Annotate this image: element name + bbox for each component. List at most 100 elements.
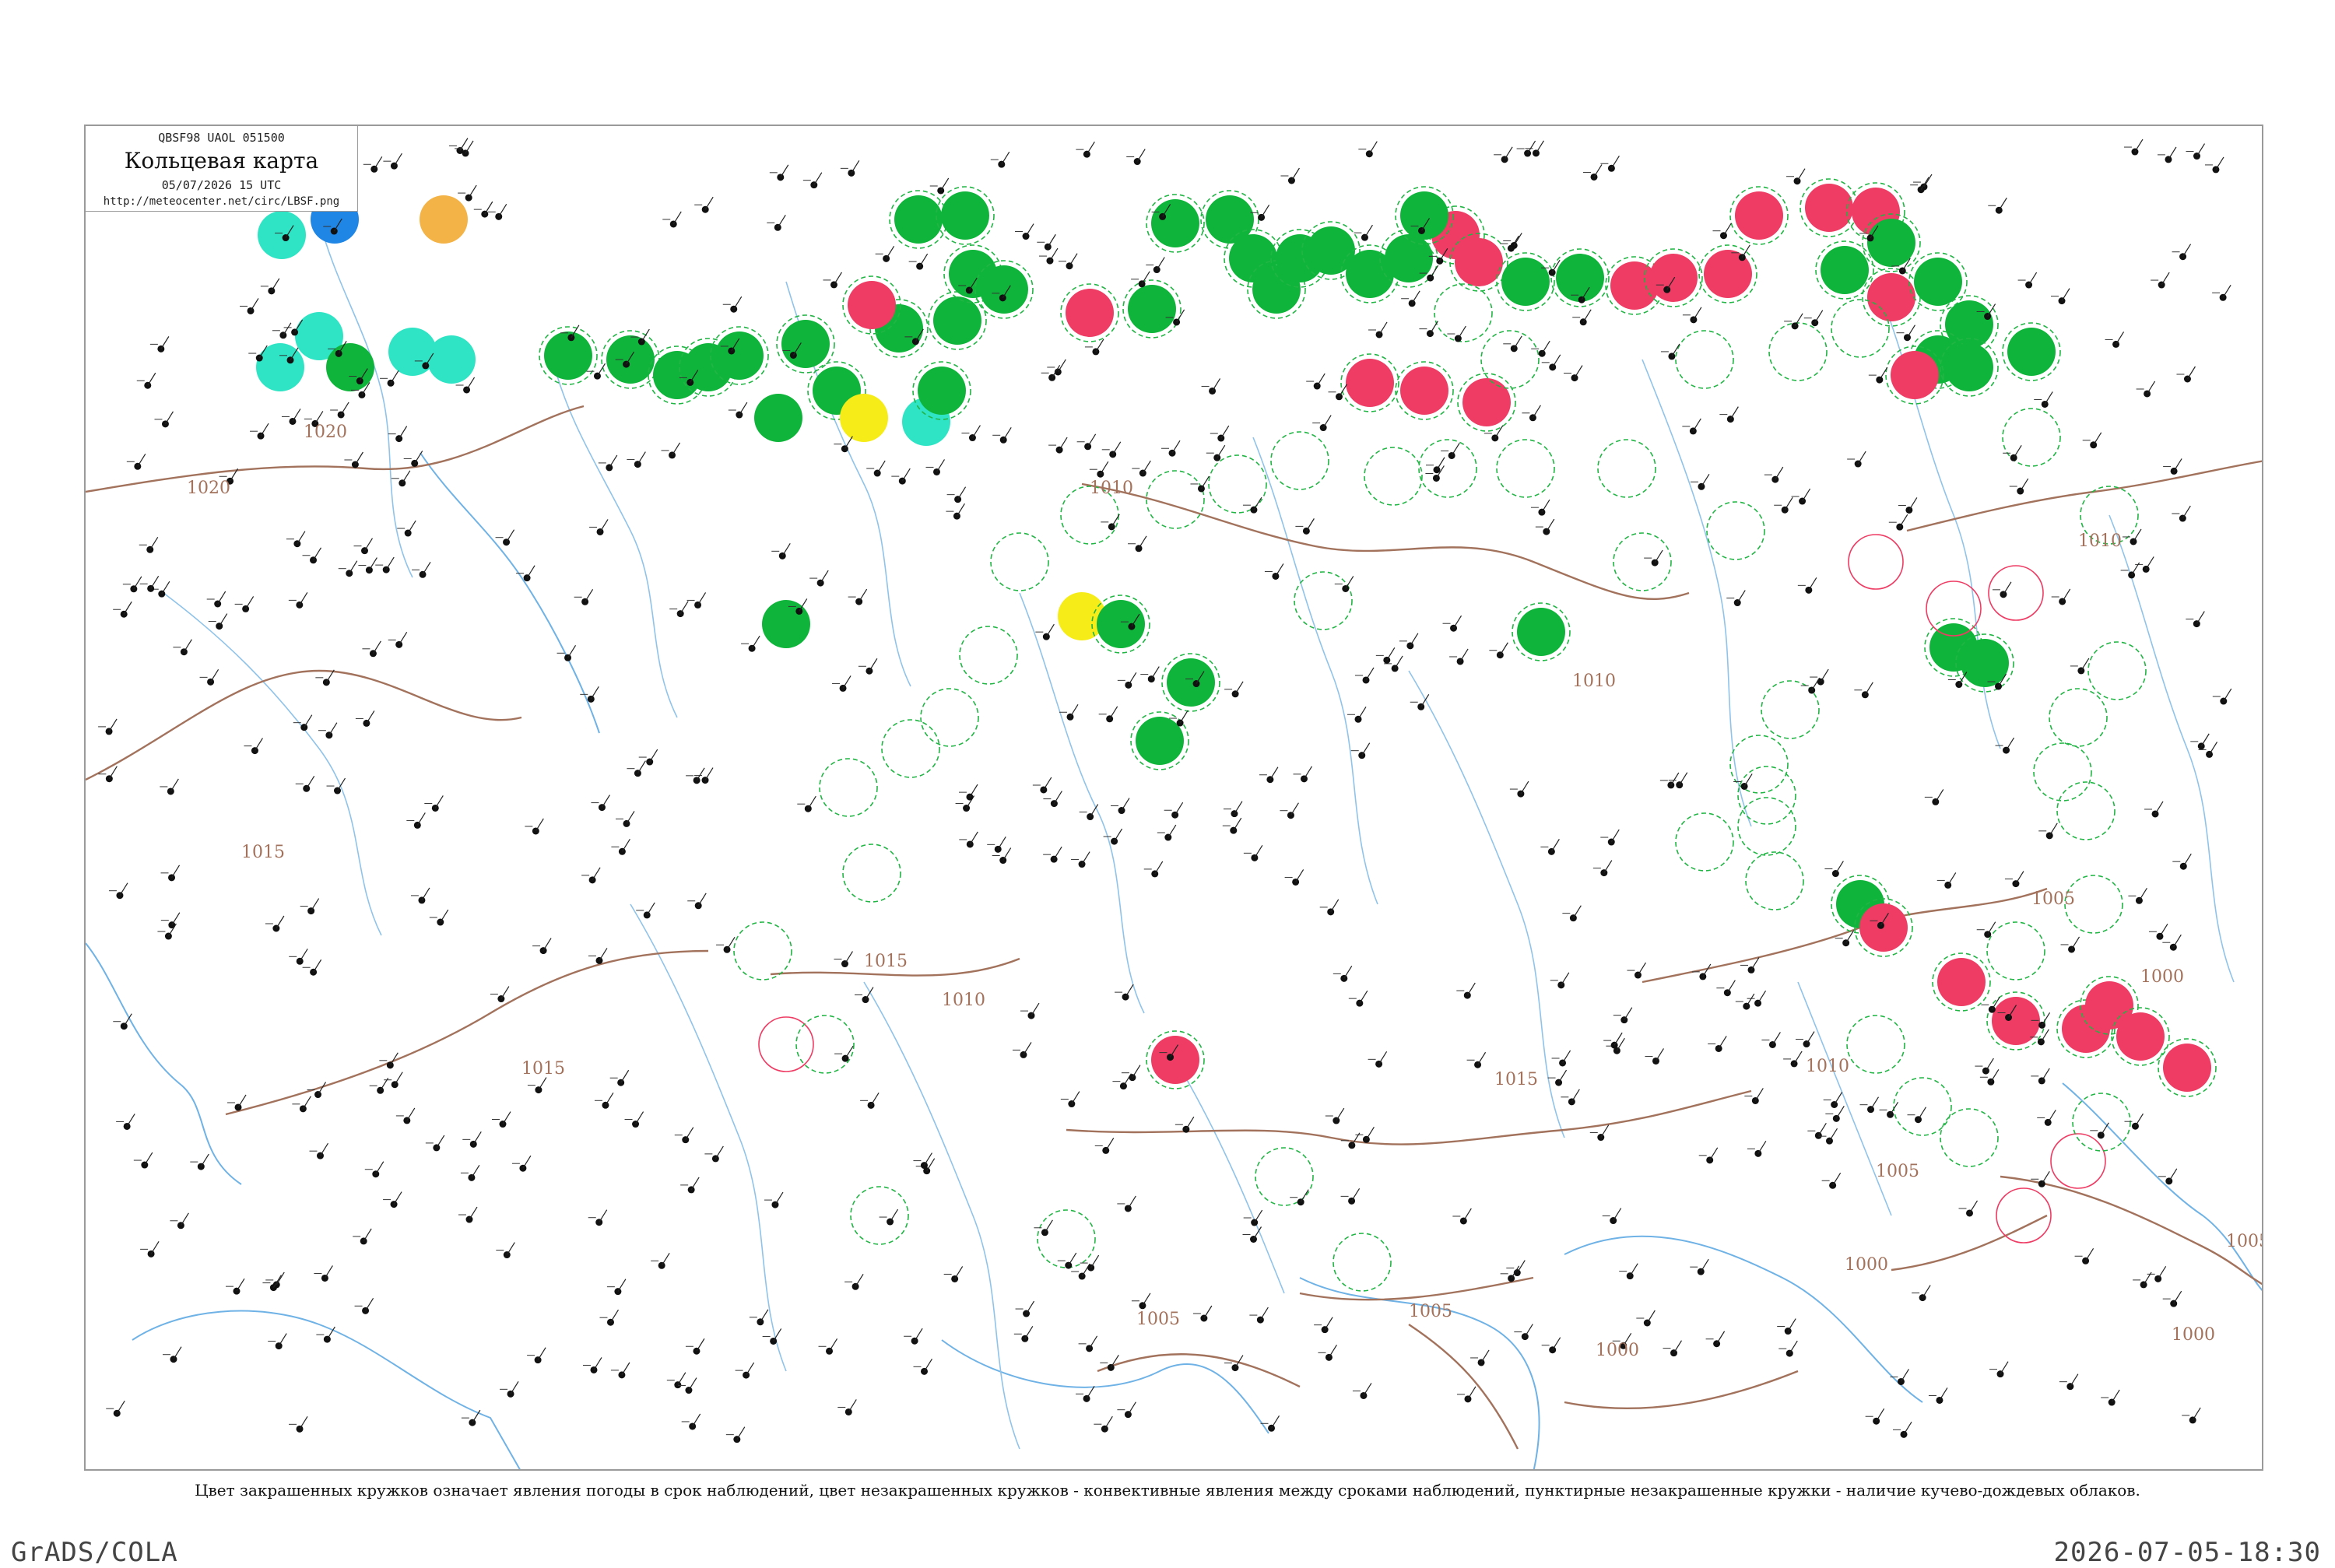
wind-barb bbox=[200, 1153, 209, 1167]
wind-barb bbox=[736, 1426, 746, 1440]
source-url[interactable]: http://meteocenter.net/circ/LBSF.png bbox=[86, 195, 357, 208]
wind-barb bbox=[1701, 473, 1710, 487]
cb-ring bbox=[1418, 439, 1477, 498]
wind-barb bbox=[1908, 497, 1918, 510]
wind-barb bbox=[1185, 1116, 1195, 1130]
wind-barb bbox=[1558, 1069, 1568, 1083]
wind-barb bbox=[1290, 167, 1300, 181]
wind-barb bbox=[375, 1161, 384, 1175]
wind-barb bbox=[746, 1362, 755, 1376]
wind-barb bbox=[1378, 321, 1388, 335]
wind-barb bbox=[133, 576, 142, 590]
station-marker bbox=[1547, 847, 1555, 855]
weather-fill-circle bbox=[2007, 328, 2056, 376]
wind-barb bbox=[901, 468, 911, 482]
wind-barb bbox=[1087, 433, 1097, 447]
station-marker bbox=[411, 459, 419, 467]
wind-barb bbox=[1451, 443, 1460, 456]
wind-barb bbox=[2041, 1068, 2050, 1082]
wind-barb bbox=[637, 760, 646, 774]
station-marker bbox=[1164, 833, 1172, 841]
isobar-label: 1005 bbox=[2031, 889, 2075, 909]
wind-barb bbox=[1637, 962, 1646, 976]
wind-barb bbox=[567, 644, 577, 658]
station-marker bbox=[1771, 475, 1779, 483]
wind-barb bbox=[1363, 1383, 1372, 1396]
wind-barb bbox=[2134, 1113, 2144, 1127]
weather-fill-circle bbox=[762, 600, 810, 648]
wind-barb bbox=[1150, 666, 1160, 679]
wind-barb bbox=[390, 370, 399, 384]
cb-ring bbox=[1768, 322, 1828, 381]
wind-barb bbox=[2070, 1373, 2079, 1387]
wind-barb bbox=[1089, 1335, 1098, 1349]
wind-barb bbox=[2061, 288, 2070, 301]
wind-barb bbox=[1939, 1387, 1948, 1401]
wind-barb bbox=[1655, 1048, 1664, 1061]
station-marker bbox=[268, 287, 276, 295]
wind-barb bbox=[865, 987, 874, 1000]
wind-barb bbox=[1068, 1252, 1077, 1266]
wind-barb bbox=[340, 402, 349, 416]
wind-barb bbox=[1142, 1293, 1151, 1307]
wind-barb bbox=[870, 1092, 880, 1106]
weather-fill-circle bbox=[1821, 246, 1869, 294]
wind-barb bbox=[1095, 339, 1104, 353]
wind-barb bbox=[2003, 581, 2012, 595]
wind-barb bbox=[1520, 780, 1529, 795]
station-marker bbox=[2131, 148, 2139, 156]
station-marker bbox=[873, 469, 881, 477]
wind-barb bbox=[116, 1400, 125, 1414]
wind-barb bbox=[354, 451, 363, 465]
wind-barb bbox=[1935, 789, 1944, 802]
wind-barb bbox=[465, 140, 474, 154]
wind-barb bbox=[1336, 1107, 1345, 1121]
wind-barb bbox=[2071, 936, 2080, 950]
wind-barb bbox=[1357, 706, 1367, 720]
wind-barb bbox=[1345, 576, 1354, 589]
wind-barb bbox=[1026, 1300, 1035, 1314]
station-marker bbox=[395, 435, 403, 443]
wind-barb bbox=[1203, 1305, 1213, 1319]
wind-barb bbox=[161, 581, 170, 595]
wind-barb bbox=[2028, 272, 2038, 286]
wind-barb bbox=[472, 1131, 482, 1145]
isobar-label: 1015 bbox=[864, 952, 908, 971]
wind-barb bbox=[1234, 801, 1243, 814]
wind-barb bbox=[1002, 847, 1012, 861]
wind-barb bbox=[1069, 253, 1078, 267]
wind-barb bbox=[407, 520, 416, 534]
wind-barb bbox=[2133, 528, 2142, 542]
station-marker bbox=[1097, 470, 1104, 478]
station-marker bbox=[1365, 150, 1373, 158]
station-marker bbox=[257, 432, 265, 440]
wind-barb bbox=[2182, 244, 2192, 258]
wind-barb bbox=[2223, 688, 2232, 702]
wind-barb bbox=[2209, 742, 2218, 755]
wind-barb bbox=[855, 1273, 864, 1287]
station-marker bbox=[468, 1173, 476, 1181]
wind-barb bbox=[1138, 535, 1147, 549]
wind-barb bbox=[1071, 1091, 1080, 1104]
wind-barb bbox=[2062, 588, 2071, 602]
wind-barb bbox=[851, 160, 860, 174]
cb-ring bbox=[1706, 501, 1765, 560]
wind-barb bbox=[1259, 1307, 1269, 1321]
weather-fill-circle bbox=[2116, 1012, 2165, 1061]
wind-barb bbox=[1746, 993, 1755, 1007]
weather-fill-circle bbox=[258, 211, 306, 259]
wind-barb bbox=[1562, 1050, 1571, 1064]
station-marker bbox=[272, 924, 280, 932]
wind-barb bbox=[1361, 742, 1371, 756]
wind-barb bbox=[2047, 1110, 2056, 1123]
wind-barb bbox=[1394, 655, 1403, 669]
river bbox=[863, 981, 1020, 1450]
cb-ring bbox=[920, 688, 979, 747]
weather-fill-circle bbox=[1891, 351, 1939, 399]
software-label: GrADS/COLA bbox=[11, 1537, 178, 1568]
wind-barb bbox=[522, 1155, 532, 1169]
wind-barb bbox=[1142, 460, 1151, 474]
wind-barb bbox=[842, 675, 851, 689]
station-marker bbox=[134, 462, 142, 470]
wind-barb bbox=[1789, 1340, 1798, 1354]
